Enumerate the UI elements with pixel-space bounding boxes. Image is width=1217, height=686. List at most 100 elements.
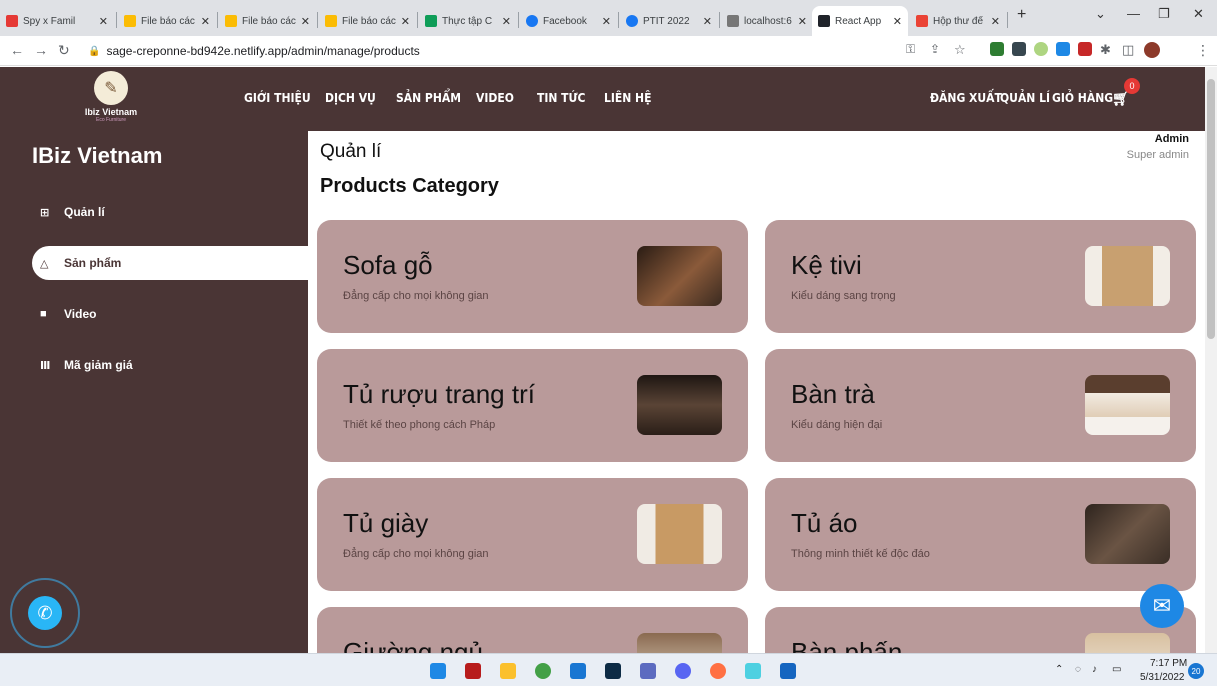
nav-gioi-thieu[interactable]: GIỚI THIỆU <box>244 91 311 105</box>
close-icon[interactable]: ✕ <box>201 15 210 28</box>
browser-tab[interactable]: Thực tập C ✕ <box>419 6 517 36</box>
category-title: Tủ rượu trang trí <box>343 379 535 409</box>
browser-tab[interactable]: localhost:6 ✕ <box>721 6 813 36</box>
clock-time[interactable]: 7:17 PM <box>1150 658 1187 669</box>
extension-icon[interactable] <box>1056 42 1070 56</box>
scrollbar-thumb[interactable] <box>1207 79 1215 339</box>
category-card[interactable]: Tủ rượu trang trí Thiết kế theo phong cá… <box>317 349 748 462</box>
phone-call-button[interactable]: ✆ <box>28 596 62 630</box>
browser-tab[interactable]: Facebook ✕ <box>520 6 617 36</box>
postman-icon[interactable] <box>710 663 726 679</box>
maximize-button[interactable]: ❐ <box>1158 6 1170 22</box>
sidebar-brand: IBiz Vietnam <box>32 143 163 168</box>
browser-tab[interactable]: File báo các ✕ <box>219 6 316 36</box>
site-header: ✎ Ibiz Vietnam Eco Furniture GIỚI THIỆU … <box>0 67 1205 131</box>
app-icon[interactable] <box>640 663 656 679</box>
tab-favicon-icon <box>727 15 739 27</box>
discord-icon[interactable] <box>675 663 691 679</box>
sidebar-item-ma-giam-gia[interactable]: Ⅲ Mã giảm giá <box>32 348 308 382</box>
reload-button[interactable]: ↻ <box>58 42 70 59</box>
page-scrollbar[interactable] <box>1205 67 1217 653</box>
netflix-icon[interactable] <box>465 663 481 679</box>
facebook-icon <box>526 15 538 27</box>
cart-icon[interactable]: 🛒︎ <box>1112 91 1130 107</box>
category-card[interactable]: Tủ giày Đẳng cấp cho mọi không gian <box>317 478 748 591</box>
site-logo[interactable]: ✎ Ibiz Vietnam Eco Furniture <box>79 71 143 127</box>
extensions-puzzle-icon[interactable]: ✱ <box>1100 42 1111 58</box>
category-card[interactable]: Bàn trà Kiểu dáng hiện đại <box>765 349 1196 462</box>
profile-avatar[interactable] <box>1144 42 1160 58</box>
vscode-icon[interactable] <box>570 663 586 679</box>
close-icon[interactable]: ✕ <box>401 15 410 28</box>
user-role: Super admin <box>1126 149 1189 161</box>
user-info: Admin Super admin <box>1127 133 1189 161</box>
extension-icon[interactable] <box>1078 42 1092 56</box>
nav-dich-vu[interactable]: DỊCH VỤ <box>325 91 376 105</box>
menu-icon[interactable]: ⋮ <box>1196 42 1210 59</box>
browser-tab[interactable]: File báo các ✕ <box>319 6 416 36</box>
extension-icon[interactable] <box>1012 42 1026 56</box>
close-icon[interactable]: ✕ <box>991 15 1000 28</box>
wifi-icon[interactable]: ◌ <box>1075 664 1081 675</box>
close-icon[interactable]: ✕ <box>602 15 611 28</box>
word-icon[interactable] <box>780 663 796 679</box>
category-title: Giường ngủ <box>343 637 483 653</box>
app-icon[interactable] <box>745 663 761 679</box>
clock-date[interactable]: 5/31/2022 <box>1140 672 1185 683</box>
close-icon[interactable]: ✕ <box>798 15 807 28</box>
notification-badge[interactable]: 20 <box>1188 663 1204 679</box>
sidebar-item-san-pham[interactable]: △ Sản phẩm <box>32 246 308 280</box>
browser-tab[interactable]: PTIT 2022 ✕ <box>620 6 718 36</box>
chrome-icon[interactable] <box>535 663 551 679</box>
category-desc: Kiểu dáng sang trọng <box>791 290 896 302</box>
nav-tin-tuc[interactable]: TIN TỨC <box>537 91 585 105</box>
browser-tab[interactable]: Hộp thư đế ✕ <box>910 6 1006 36</box>
key-icon[interactable]: ⚿ <box>906 42 915 57</box>
category-card[interactable]: Kệ tivi Kiểu dáng sang trọng <box>765 220 1196 333</box>
windows-start-icon[interactable] <box>430 663 446 679</box>
messenger-button[interactable]: ✉ <box>1140 584 1184 628</box>
sidebar-item-video[interactable]: ■ Video <box>32 297 308 331</box>
close-window-button[interactable]: ✕ <box>1193 6 1204 22</box>
close-icon[interactable]: ✕ <box>703 15 712 28</box>
extension-icon[interactable] <box>1034 42 1048 56</box>
photoshop-icon[interactable] <box>605 663 621 679</box>
tab-search-button[interactable]: ⌄ <box>1095 6 1106 22</box>
forward-button[interactable]: → <box>34 42 48 58</box>
file-explorer-icon[interactable] <box>500 663 516 679</box>
manage-link[interactable]: QUẢN LÍ <box>1000 91 1050 105</box>
sidebar-item-quan-li[interactable]: ⊞ Quản lí <box>32 195 308 229</box>
nav-video[interactable]: VIDEO <box>476 91 514 105</box>
browser-tab-active[interactable]: React App ✕ <box>812 6 908 36</box>
side-panel-icon[interactable]: ◫ <box>1122 42 1134 58</box>
category-desc: Thiết kế theo phong cách Pháp <box>343 419 496 431</box>
bookmark-star-icon[interactable]: ☆ <box>954 42 966 58</box>
tray-chevron-icon[interactable]: ⌃ <box>1055 664 1063 675</box>
nav-lien-he[interactable]: LIÊN HỆ <box>604 91 651 105</box>
category-card[interactable]: Giường ngủ <box>317 607 748 653</box>
browser-tab[interactable]: Spy x Famil ✕ <box>0 6 114 36</box>
shopping-bag-icon: △ <box>40 257 49 270</box>
battery-icon[interactable]: ▭ <box>1112 664 1121 675</box>
category-card[interactable]: Sofa gỗ Đẳng cấp cho mọi không gian <box>317 220 748 333</box>
close-icon[interactable]: ✕ <box>301 15 310 28</box>
category-image <box>637 246 722 306</box>
category-card[interactable]: Bàn phấn <box>765 607 1196 653</box>
dashboard-icon: ⊞ <box>40 206 50 219</box>
logout-link[interactable]: ĐĂNG XUẤT <box>930 91 1002 105</box>
browser-tab[interactable]: File báo các ✕ <box>118 6 216 36</box>
close-icon[interactable]: ✕ <box>99 15 108 28</box>
url-field[interactable]: 🔒 sage-creponne-bd942e.netlify.app/admin/… <box>88 41 898 61</box>
nav-san-pham[interactable]: SẢN PHẨM <box>396 91 461 105</box>
category-card[interactable]: Tủ áo Thông minh thiết kế độc đáo <box>765 478 1196 591</box>
close-icon[interactable]: ✕ <box>502 15 511 28</box>
volume-icon[interactable]: ♪ <box>1092 664 1097 675</box>
minimize-button[interactable]: — <box>1127 6 1140 21</box>
cart-link[interactable]: GIỎ HÀNG <box>1052 91 1113 105</box>
back-button[interactable]: ← <box>10 42 24 58</box>
share-icon[interactable]: ⇪ <box>930 42 940 56</box>
close-icon[interactable]: ✕ <box>893 15 902 28</box>
category-image <box>637 504 722 564</box>
new-tab-button[interactable]: + <box>1017 6 1026 24</box>
extension-icon[interactable] <box>990 42 1004 56</box>
